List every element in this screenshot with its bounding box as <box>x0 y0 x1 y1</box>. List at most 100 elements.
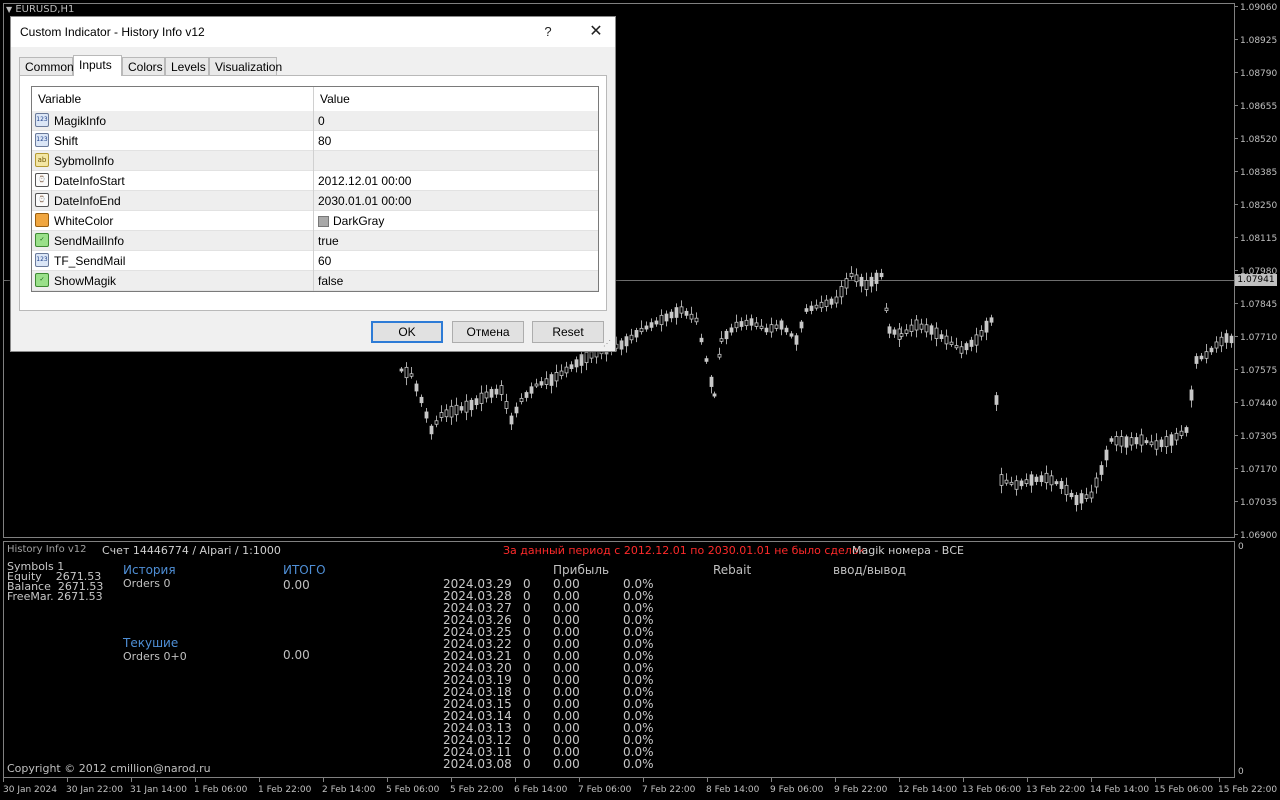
tab-inputs[interactable]: Inputs <box>73 55 122 76</box>
candle-body <box>724 330 729 340</box>
candle-body <box>669 311 674 319</box>
time-tick-label: 30 Jan 22:00 <box>66 785 123 795</box>
resize-grip-icon[interactable]: ⋰ <box>603 339 613 349</box>
candle-body <box>989 317 994 323</box>
current-price-badge: 1.07941 <box>1235 274 1277 286</box>
param-value[interactable]: DarkGray <box>318 214 384 228</box>
reset-button[interactable]: Reset <box>532 321 604 343</box>
candle-body <box>717 353 722 358</box>
candle-body <box>489 389 494 398</box>
candle-body <box>449 405 454 418</box>
rebait-header: Rebait <box>713 563 752 577</box>
candle-body <box>474 398 479 406</box>
candle-body <box>1184 427 1189 433</box>
time-tick-label: 9 Feb 22:00 <box>834 785 888 795</box>
param-name: SendMailInfo <box>54 234 125 248</box>
candle-body <box>499 385 504 395</box>
price-tick-label: 1.08250 <box>1240 201 1277 211</box>
candle-body <box>824 299 829 307</box>
price-tick-label: 1.08385 <box>1240 168 1277 178</box>
candle-body <box>654 320 659 325</box>
candle-body <box>904 329 909 334</box>
candle-body <box>1189 389 1194 401</box>
candle-body <box>939 334 944 340</box>
param-row-shift[interactable]: 123 Shift 80 <box>32 131 598 151</box>
candle-body <box>579 354 584 366</box>
chart-symbol-label: ▼ EURUSD,H1 <box>6 4 75 15</box>
string-icon: ab <box>35 153 49 167</box>
candle-body <box>1004 479 1009 484</box>
dialog-titlebar[interactable]: Custom Indicator - History Info v12 ? ✕ <box>11 17 615 47</box>
candle-body <box>954 345 959 349</box>
candle-body <box>754 322 759 327</box>
param-value[interactable]: 2012.12.01 00:00 <box>318 174 411 188</box>
sub-scale-bottom: 0 <box>1238 767 1244 777</box>
candle-body <box>1214 341 1219 349</box>
candle-body <box>1054 481 1059 485</box>
param-row-tf_sendmail[interactable]: 123 TF_SendMail 60 <box>32 251 598 271</box>
candle-body <box>649 322 654 328</box>
tab-visualization[interactable]: Visualization <box>209 57 282 75</box>
candle-body <box>1029 474 1034 486</box>
param-value[interactable]: 2030.01.01 00:00 <box>318 194 411 208</box>
param-value[interactable]: 0 <box>318 114 325 128</box>
candle-body <box>494 388 499 395</box>
history-row-count: 0 <box>523 757 531 771</box>
tab-colors[interactable]: Colors <box>122 57 165 75</box>
param-row-sybmolinfo[interactable]: ab SybmolInfo <box>32 151 598 171</box>
grid-header: Variable Value <box>32 87 598 112</box>
sub-scale-top: 0 <box>1238 542 1244 552</box>
column-separator[interactable] <box>313 87 314 291</box>
candle-body <box>1069 492 1074 498</box>
param-row-showmagik[interactable]: ✓ ShowMagik false <box>32 271 598 291</box>
candle-body <box>424 411 429 419</box>
candle-body <box>664 313 669 322</box>
time-tick-label: 13 Feb 06:00 <box>962 785 1021 795</box>
inout-header: ввод/вывод <box>833 563 907 577</box>
cancel-button[interactable]: Отмена <box>452 321 524 343</box>
time-tick-label: 13 Feb 22:00 <box>1026 785 1085 795</box>
candle-body <box>699 337 704 343</box>
param-value[interactable]: true <box>318 234 339 248</box>
column-value[interactable]: Value <box>320 92 350 106</box>
close-button[interactable]: ✕ <box>579 17 613 47</box>
param-value[interactable]: false <box>318 274 343 288</box>
candle-body <box>1209 347 1214 353</box>
candle-body <box>1154 440 1159 450</box>
indicator-name: History Info v12 <box>7 544 87 555</box>
param-value[interactable]: 60 <box>318 254 331 268</box>
candle-body <box>1194 356 1199 364</box>
ok-button[interactable]: OK <box>371 321 443 343</box>
param-row-magikinfo[interactable]: 123 MagikInfo 0 <box>32 111 598 131</box>
help-button[interactable]: ? <box>533 17 563 47</box>
candle-body <box>1039 475 1044 483</box>
tab-levels[interactable]: Levels <box>165 57 209 75</box>
candle-body <box>892 329 897 335</box>
current-value: 0.00 <box>283 648 310 662</box>
candle-body <box>629 334 634 341</box>
candle-body <box>619 340 624 350</box>
param-row-dateinfostart[interactable]: ⌚ DateInfoStart 2012.12.01 00:00 <box>32 171 598 191</box>
candle-body <box>659 314 664 326</box>
candle-body <box>914 319 919 331</box>
total-header: ИТОГО <box>283 563 326 577</box>
candle-body <box>784 327 789 333</box>
param-row-dateinfoend[interactable]: ⌚ DateInfoEnd 2030.01.01 00:00 <box>32 191 598 211</box>
candle-body <box>1179 430 1184 436</box>
candle-body <box>634 330 639 338</box>
column-variable[interactable]: Variable <box>38 92 81 106</box>
candle-body <box>504 401 509 409</box>
candle-body <box>944 335 949 345</box>
tab-common[interactable]: Common <box>19 57 74 75</box>
param-row-sendmailinfo[interactable]: ✓ SendMailInfo true <box>32 231 598 251</box>
candle-body <box>1199 355 1204 360</box>
candle-body <box>964 343 969 351</box>
param-row-whitecolor[interactable]: WhiteColor DarkGray <box>32 211 598 231</box>
param-value[interactable]: 80 <box>318 134 331 148</box>
candle-body <box>774 324 779 329</box>
candle-body <box>979 330 984 337</box>
price-tick-label: 1.07170 <box>1240 465 1277 475</box>
candle-body <box>789 333 794 337</box>
candle-body <box>829 298 834 305</box>
candle-body <box>624 336 629 347</box>
